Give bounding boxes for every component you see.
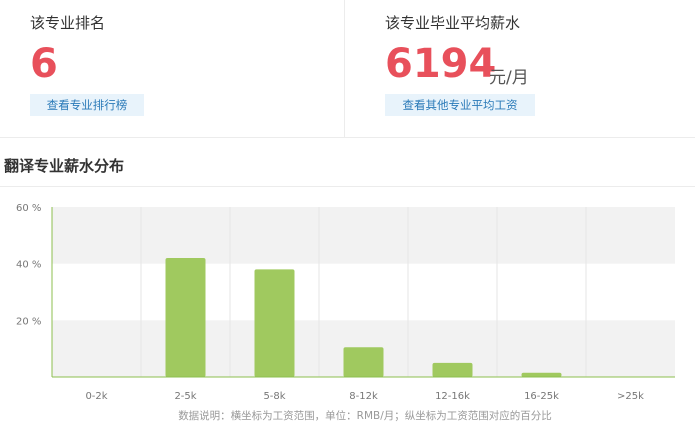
chart-caption: 数据说明：横坐标为工资范围，单位：RMB/月；纵坐标为工资范围对应的百分比: [178, 409, 552, 422]
x-tick-label: 16-25k: [524, 391, 559, 402]
x-tick-label: 0-2k: [85, 391, 107, 402]
salary-unit: 元/月: [489, 68, 529, 88]
view-other-salaries-button[interactable]: 查看其他专业平均工资: [385, 94, 535, 116]
x-tick-label: >25k: [617, 391, 644, 402]
salary-distribution-chart: 20 % 40 % 60 % 0-2k 2-5k 5-8k 8-12k 12-16k 16-25…: [16, 203, 675, 422]
y-tick-label: 40 %: [16, 260, 41, 271]
bar-5-8k: [254, 269, 295, 377]
summary-panel: 该专业排名 6 查看专业排行榜 该专业毕业平均薪水 6194 元/月 查看其他专…: [0, 0, 695, 138]
rank-label: 该专业排名: [30, 14, 106, 32]
x-tick-label: 8-12k: [349, 391, 378, 402]
y-tick-label: 60 %: [16, 203, 41, 214]
x-tick-label: 5-8k: [263, 391, 285, 402]
x-tick-label: 2-5k: [174, 391, 196, 402]
grid-band: [52, 207, 675, 264]
section-title: 翻译专业薪水分布: [4, 157, 125, 175]
section-rule: [0, 186, 695, 187]
bar-16-25k: [521, 372, 562, 377]
salary-value: 6194: [385, 41, 497, 87]
summary-divider: [344, 0, 345, 137]
x-tick-label: 12-16k: [435, 391, 470, 402]
bar-2-5k: [165, 258, 206, 377]
salary-label: 该专业毕业平均薪水: [385, 14, 521, 32]
view-ranking-button[interactable]: 查看专业排行榜: [30, 94, 144, 116]
rank-value: 6: [30, 41, 58, 87]
bar-12-16k: [432, 362, 473, 377]
y-tick-label: 20 %: [16, 316, 41, 327]
bar-8-12k: [343, 347, 384, 377]
